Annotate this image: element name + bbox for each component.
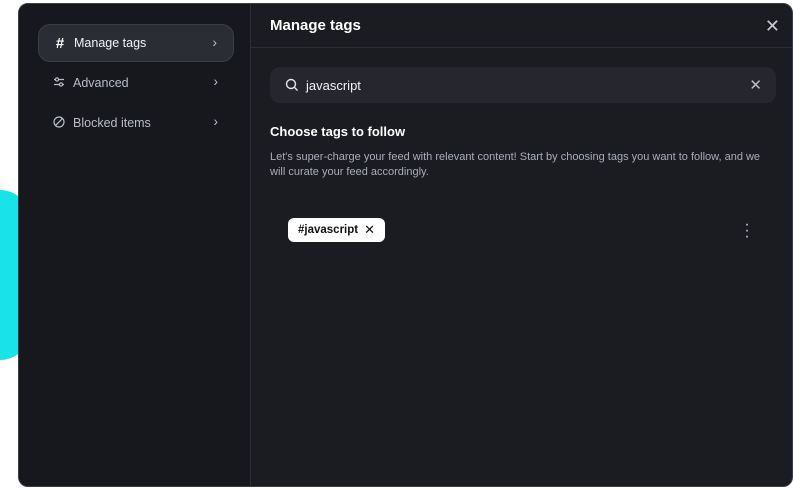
- sidebar-item-label: Advanced: [73, 76, 129, 90]
- modal-header: Manage tags: [251, 4, 792, 48]
- sidebar-item-advanced[interactable]: Advanced ›: [38, 64, 234, 102]
- clear-search-icon[interactable]: ✕: [749, 76, 762, 94]
- remove-tag-icon[interactable]: ✕: [364, 222, 375, 238]
- section-description: Let's super-charge your feed with releva…: [270, 151, 761, 178]
- sliders-icon: [52, 76, 66, 91]
- sidebar-item-label: Manage tags: [74, 36, 147, 50]
- manage-tags-modal: # Manage tags › Advanced › Blocked items…: [18, 3, 793, 487]
- section-title: Choose tags to follow: [270, 124, 406, 139]
- chevron-right-icon: ›: [212, 34, 217, 50]
- page-title: Manage tags: [270, 17, 361, 34]
- sidebar-item-blocked-items[interactable]: Blocked items ›: [38, 104, 234, 142]
- main-panel: Manage tags ✕ javascript ✕ Choose tags t…: [251, 4, 792, 486]
- search-input[interactable]: javascript ✕: [270, 67, 776, 103]
- chevron-right-icon: ›: [213, 73, 218, 89]
- chevron-right-icon: ›: [213, 113, 218, 129]
- sidebar-item-label: Blocked items: [73, 116, 151, 130]
- sidebar-item-manage-tags[interactable]: # Manage tags ›: [38, 24, 234, 62]
- tag-label: #javascript: [298, 224, 359, 236]
- close-icon[interactable]: ✕: [765, 16, 780, 37]
- more-options-icon[interactable]: · · ·: [744, 217, 750, 245]
- settings-sidebar: # Manage tags › Advanced › Blocked items…: [19, 4, 251, 486]
- blocked-icon: [52, 115, 66, 131]
- hash-icon: #: [55, 34, 65, 52]
- search-value: javascript: [306, 77, 361, 93]
- search-icon: [285, 78, 298, 91]
- tag-chip[interactable]: #javascript ✕: [288, 218, 386, 242]
